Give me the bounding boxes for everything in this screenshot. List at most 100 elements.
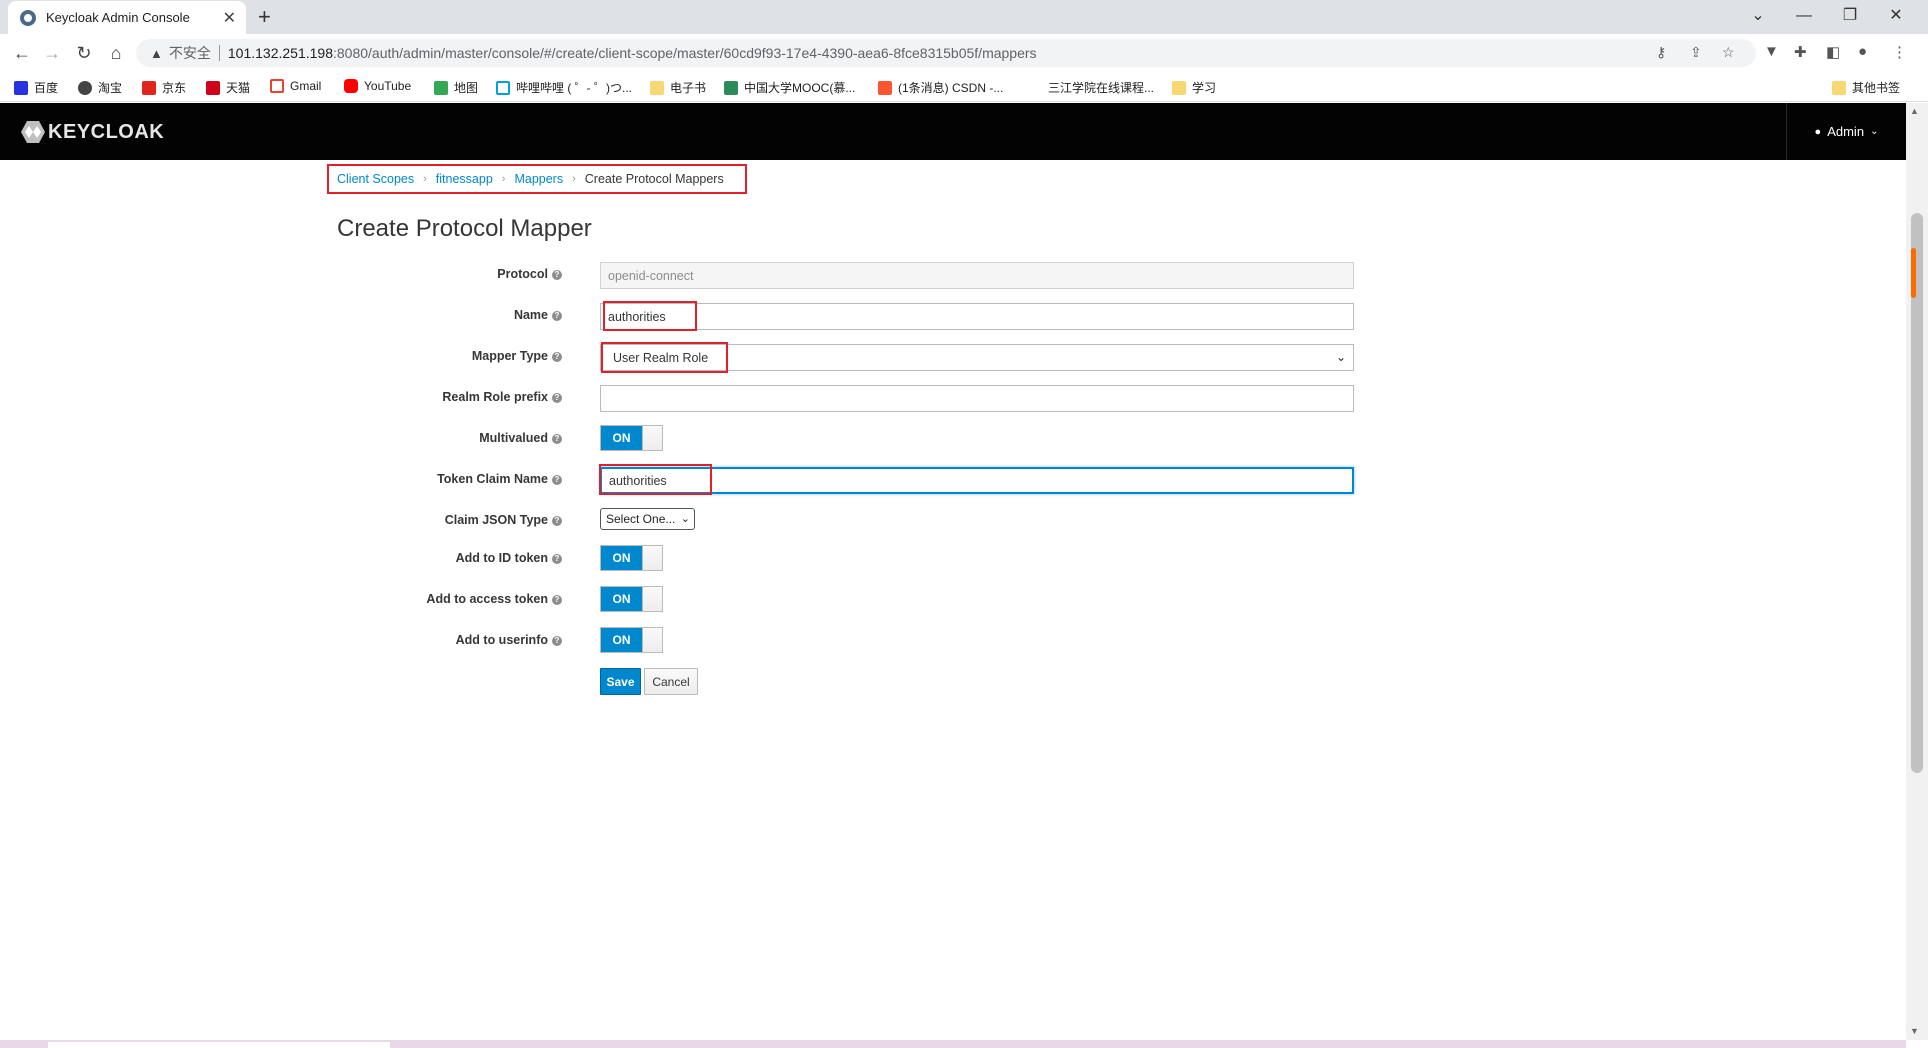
bookmark-youtube[interactable]: YouTube bbox=[344, 79, 411, 93]
bookmark-csdn[interactable]: (1条消息) CSDN -... bbox=[878, 79, 1003, 96]
bookmark-maps[interactable]: 地图 bbox=[434, 79, 478, 96]
bookmark-jd[interactable]: 京东 bbox=[142, 79, 186, 96]
help-icon[interactable]: ? bbox=[552, 434, 562, 444]
home-icon[interactable]: ⌂ bbox=[104, 41, 128, 65]
profile-avatar-icon[interactable]: ● bbox=[1858, 43, 1867, 60]
bookmark-label: 学习 bbox=[1192, 81, 1217, 95]
claim-json-type-select[interactable]: Select One... ⌄ bbox=[600, 508, 695, 530]
breadcrumb-client-scopes[interactable]: Client Scopes bbox=[337, 172, 414, 186]
bookmark-sanjiang[interactable]: 三江学院在线课程... bbox=[1028, 79, 1154, 96]
side-panel-icon[interactable]: ◧ bbox=[1826, 43, 1840, 61]
page-scrollbar[interactable] bbox=[1906, 103, 1928, 1040]
tab-close-icon[interactable]: ✕ bbox=[223, 8, 236, 28]
bookmark-label: (1条消息) CSDN -... bbox=[898, 81, 1004, 95]
bookmark-label: 淘宝 bbox=[98, 81, 123, 95]
help-icon[interactable]: ? bbox=[552, 636, 562, 646]
scroll-down-arrow-icon[interactable]: ▼ bbox=[1910, 1026, 1919, 1036]
bookmark-label: 三江学院在线课程... bbox=[1048, 81, 1155, 95]
help-icon[interactable]: ? bbox=[552, 516, 562, 526]
add-to-userinfo-toggle[interactable]: ON bbox=[600, 627, 663, 653]
restore-button[interactable]: ❐ bbox=[1830, 4, 1870, 28]
keycloak-header: KEYCLOAK ● Admin ⌄ bbox=[0, 103, 1906, 160]
bookmark-bilibili[interactable]: 哔哩哔哩 ( ゜- ゜)つ... bbox=[496, 79, 632, 96]
bookmark-gmail[interactable]: Gmail bbox=[270, 79, 321, 93]
star-bookmark-icon[interactable]: ☆ bbox=[1722, 44, 1735, 61]
name-label: Name? bbox=[514, 308, 562, 322]
bookmarks-bar: 百度 淘宝 京东 天猫 Gmail YouTube 地图 哔哩哔哩 ( ゜- ゜… bbox=[0, 72, 1928, 102]
add-to-userinfo-label: Add to userinfo? bbox=[456, 633, 562, 647]
csdn-icon bbox=[878, 80, 892, 95]
breadcrumb-mappers[interactable]: Mappers bbox=[514, 172, 563, 186]
help-icon[interactable]: ? bbox=[552, 554, 562, 564]
toggle-on-label: ON bbox=[601, 546, 642, 570]
admin-user-menu[interactable]: ● Admin ⌄ bbox=[1786, 103, 1906, 160]
scroll-up-arrow-icon[interactable]: ▲ bbox=[1910, 106, 1919, 116]
add-to-id-token-toggle[interactable]: ON bbox=[600, 545, 663, 571]
bookmark-label: 百度 bbox=[34, 81, 59, 95]
cancel-button[interactable]: Cancel bbox=[644, 668, 698, 695]
token-claim-name-field[interactable]: authorities bbox=[600, 467, 1354, 494]
new-tab-button[interactable]: + bbox=[258, 4, 271, 30]
page-title: Create Protocol Mapper bbox=[337, 215, 592, 242]
breadcrumb-separator-icon: › bbox=[423, 173, 427, 185]
browser-tab[interactable]: Keycloak Admin Console ✕ bbox=[8, 1, 246, 34]
user-icon: ● bbox=[1814, 125, 1822, 138]
share-icon[interactable]: ⇪ bbox=[1690, 44, 1702, 61]
tab-search-icon[interactable]: ⌄ bbox=[1738, 4, 1778, 28]
toggle-knob bbox=[642, 628, 662, 652]
chevron-down-icon: ⌄ bbox=[680, 513, 690, 525]
tab-title: Keycloak Admin Console bbox=[46, 10, 190, 25]
bottom-strip bbox=[0, 1040, 1906, 1048]
bookmark-ebook-folder[interactable]: 电子书 bbox=[650, 79, 706, 96]
bookmark-study-folder[interactable]: 学习 bbox=[1172, 79, 1216, 96]
url-host: 101.132.251.198 bbox=[227, 45, 333, 61]
reload-icon[interactable]: ↻ bbox=[72, 41, 96, 65]
toggle-on-label: ON bbox=[601, 628, 642, 652]
breadcrumb-fitnessapp[interactable]: fitnessapp bbox=[436, 172, 493, 186]
breadcrumb: Client Scopes › fitnessapp › Mappers › C… bbox=[327, 164, 747, 194]
help-icon[interactable]: ? bbox=[552, 352, 562, 362]
bookmark-label: 天猫 bbox=[226, 81, 251, 95]
address-bar[interactable]: ▲ 不安全 101.132.251.198 :8080/auth/admin/m… bbox=[136, 39, 1756, 67]
help-icon[interactable]: ? bbox=[552, 393, 562, 403]
mapper-type-select[interactable]: User Realm Role ⌄ bbox=[600, 344, 1354, 371]
minimize-button[interactable]: — bbox=[1784, 4, 1824, 28]
bookmark-baidu[interactable]: 百度 bbox=[14, 79, 58, 96]
help-icon[interactable]: ? bbox=[552, 270, 562, 280]
back-arrow-icon[interactable]: ← bbox=[10, 41, 34, 65]
insecure-label: 不安全 bbox=[168, 45, 211, 61]
bookmark-mooc[interactable]: 中国大学MOOC(慕... bbox=[724, 79, 855, 96]
bookmark-label: Gmail bbox=[290, 79, 322, 93]
extensions-puzzle-icon[interactable]: ✚ bbox=[1794, 43, 1807, 61]
url-path: :8080/auth/admin/master/console/#/create… bbox=[332, 45, 1037, 61]
youtube-icon bbox=[344, 79, 358, 93]
close-window-button[interactable]: ✕ bbox=[1876, 4, 1916, 28]
keycloak-logo[interactable]: KEYCLOAK bbox=[20, 119, 164, 145]
breadcrumb-current: Create Protocol Mappers bbox=[584, 172, 724, 186]
bilibili-icon bbox=[496, 80, 510, 95]
add-to-access-token-toggle[interactable]: ON bbox=[600, 586, 663, 612]
extension-filter-icon[interactable]: ▼ bbox=[1764, 43, 1779, 60]
forward-arrow-icon[interactable]: → bbox=[40, 41, 64, 65]
keycloak-hex-icon bbox=[21, 121, 45, 143]
name-field[interactable]: authorities bbox=[600, 303, 1354, 330]
token-claim-name-label: Token Claim Name? bbox=[437, 472, 562, 486]
menu-kebab-icon[interactable]: ⋮ bbox=[1892, 43, 1907, 61]
help-icon[interactable]: ? bbox=[552, 311, 562, 321]
mapper-type-value: User Realm Role bbox=[613, 350, 709, 365]
protocol-label: Protocol? bbox=[497, 267, 562, 281]
key-icon[interactable]: ⚷ bbox=[1656, 44, 1666, 61]
gmail-icon bbox=[270, 79, 284, 93]
multivalued-toggle[interactable]: ON bbox=[600, 425, 663, 451]
folder-icon bbox=[650, 80, 664, 95]
save-button[interactable]: Save bbox=[600, 668, 641, 695]
other-bookmarks[interactable]: 其他书签 bbox=[1832, 79, 1900, 96]
bookmark-taobao[interactable]: 淘宝 bbox=[78, 79, 122, 96]
bookmark-label: YouTube bbox=[364, 79, 412, 93]
toggle-knob bbox=[642, 546, 662, 570]
realm-role-prefix-field[interactable] bbox=[600, 385, 1354, 412]
toggle-knob bbox=[642, 426, 662, 450]
help-icon[interactable]: ? bbox=[552, 595, 562, 605]
bookmark-tmall[interactable]: 天猫 bbox=[206, 79, 250, 96]
help-icon[interactable]: ? bbox=[552, 475, 562, 485]
